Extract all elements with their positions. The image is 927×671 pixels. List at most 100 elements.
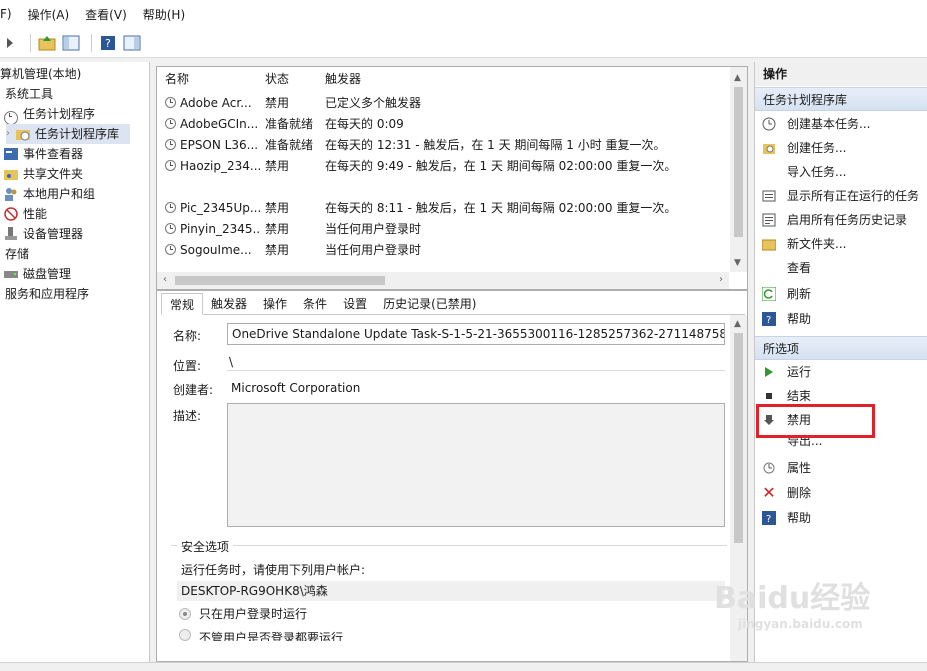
tree-system-tools[interactable]: 系统工具 bbox=[5, 84, 53, 104]
clock-icon bbox=[165, 97, 176, 108]
tree-local-users[interactable]: 本地用户和组 bbox=[4, 184, 95, 204]
status-bar bbox=[0, 662, 927, 671]
action-help-selected[interactable]: ? 帮助 bbox=[761, 506, 926, 530]
watermark-url: jingyan.baidu.com bbox=[738, 617, 863, 631]
action-label: 运行 bbox=[787, 365, 812, 379]
table-row[interactable]: SogouIme... 禁用 当任何用户登录时 bbox=[157, 240, 729, 261]
table-row[interactable]: Haozip_234... 禁用 在每天的 9:49 - 触发后，在 1 天 期… bbox=[157, 156, 729, 177]
action-label: 帮助 bbox=[787, 511, 812, 525]
chevron-up-icon[interactable]: ▲ bbox=[734, 319, 741, 329]
list-vertical-scrollbar[interactable]: ▲ ▼ bbox=[730, 67, 747, 272]
action-new-folder[interactable]: 新文件夹... bbox=[761, 232, 926, 256]
menu-view[interactable]: 查看(V) bbox=[85, 6, 127, 23]
section-selected-item[interactable]: 所选项 bbox=[755, 336, 927, 360]
column-header-status[interactable]: 状态 bbox=[265, 67, 289, 91]
table-row[interactable]: Pinyin_2345... 禁用 当任何用户登录时 bbox=[157, 219, 729, 240]
folder-clock-icon bbox=[16, 127, 30, 141]
arrow-right-icon[interactable] bbox=[0, 33, 20, 53]
row-status: 禁用 bbox=[265, 222, 290, 236]
tree-storage[interactable]: 存储 bbox=[5, 244, 29, 264]
action-view[interactable]: 查看 bbox=[761, 256, 926, 280]
tree-shared-folders[interactable]: 共享文件夹 bbox=[4, 164, 83, 184]
menu-action[interactable]: 操作(A) bbox=[28, 6, 70, 23]
action-import-task[interactable]: 导入任务... bbox=[761, 160, 926, 184]
table-row[interactable]: Pic_2345Up... 禁用 在每天的 8:11 - 触发后，在 1 天 期… bbox=[157, 198, 729, 219]
action-label: 查看 bbox=[787, 261, 812, 275]
column-header-trigger[interactable]: 触发器 bbox=[325, 67, 361, 91]
baidu-watermark: Baidu经验 jingyan.baidu.com bbox=[714, 573, 894, 643]
action-create-basic-task[interactable]: 创建基本任务... bbox=[761, 112, 926, 136]
row-name: Adobe Acr... bbox=[180, 96, 252, 110]
chevron-up-icon[interactable]: ▲ bbox=[734, 73, 741, 83]
chevron-right-icon[interactable]: › bbox=[719, 274, 723, 285]
name-field[interactable]: OneDrive Standalone Update Task-S-1-5-21… bbox=[227, 323, 725, 345]
account-value: DESKTOP-RG9OHK8\鸿森 bbox=[177, 581, 725, 601]
tree-event-viewer-label: 事件查看器 bbox=[23, 147, 84, 161]
list-horizontal-scrollbar[interactable]: ‹ › bbox=[157, 272, 729, 289]
tab-history[interactable]: 历史记录(已禁用) bbox=[375, 293, 484, 315]
action-show-running[interactable]: 显示所有正在运行的任务 bbox=[761, 184, 926, 208]
tree-task-library[interactable]: › 任务计划程序库 bbox=[6, 124, 130, 144]
clock-icon bbox=[165, 202, 176, 213]
tab-general[interactable]: 常规 bbox=[161, 293, 204, 315]
show-tree-icon[interactable] bbox=[61, 33, 81, 53]
chevron-down-icon[interactable]: ▼ bbox=[734, 258, 741, 268]
tab-triggers[interactable]: 触发器 bbox=[203, 293, 255, 315]
divider bbox=[227, 370, 725, 371]
action-properties[interactable]: 属性 bbox=[761, 456, 926, 480]
tree-task-scheduler[interactable]: 任务计划程序 bbox=[4, 104, 95, 125]
tree-services-label: 服务和应用程序 bbox=[5, 287, 90, 301]
tree-device-manager[interactable]: 设备管理器 bbox=[4, 224, 83, 244]
radio-whether-logged-on[interactable]: 不管用户是否登录都要运行 bbox=[179, 629, 343, 641]
tab-settings[interactable]: 设置 bbox=[335, 293, 375, 315]
action-help[interactable]: ? 帮助 bbox=[761, 307, 926, 331]
tab-conditions[interactable]: 条件 bbox=[295, 293, 335, 315]
tree-shared-folders-label: 共享文件夹 bbox=[23, 167, 84, 181]
tab-actions[interactable]: 操作 bbox=[255, 293, 295, 315]
row-status: 禁用 bbox=[265, 159, 290, 173]
column-header-name[interactable]: 名称 bbox=[165, 67, 189, 91]
users-icon bbox=[4, 187, 18, 201]
clock-icon bbox=[4, 107, 18, 125]
main-pane: 名称 状态 触发器 Adobe Acr... 禁用 已定义多个触发器 Adobe… bbox=[156, 62, 748, 662]
menu-file[interactable]: F) bbox=[0, 7, 12, 21]
section-task-library[interactable]: 任务计划程序库 bbox=[755, 87, 927, 111]
tree-root[interactable]: 算机管理(本地) bbox=[0, 64, 81, 84]
clock-icon bbox=[165, 160, 176, 171]
action-create-task[interactable]: 创建任务... bbox=[761, 136, 926, 160]
row-name: Pic_2345Up... bbox=[180, 201, 260, 215]
action-enable-history[interactable]: 启用所有任务历史记录 bbox=[761, 208, 926, 232]
action-label: 导入任务... bbox=[787, 165, 847, 179]
folder-up-icon[interactable] bbox=[37, 33, 57, 53]
pane-icon[interactable] bbox=[122, 33, 142, 53]
menu-help[interactable]: 帮助(H) bbox=[143, 6, 185, 23]
blank-icon bbox=[761, 260, 777, 276]
clock-icon bbox=[165, 223, 176, 234]
scroll-thumb[interactable] bbox=[734, 333, 743, 543]
action-run[interactable]: 运行 bbox=[761, 360, 926, 384]
action-label: 刷新 bbox=[787, 287, 812, 301]
tree-disk-management[interactable]: 磁盘管理 bbox=[4, 264, 71, 284]
actions-title: 操作 bbox=[755, 62, 927, 86]
chevron-right-icon[interactable]: › bbox=[6, 124, 10, 144]
radio-logged-on-only[interactable]: 只在用户登录时运行 bbox=[179, 605, 307, 622]
scroll-thumb[interactable] bbox=[175, 276, 385, 285]
description-field[interactable] bbox=[227, 403, 725, 527]
chevron-left-icon[interactable]: ‹ bbox=[163, 274, 167, 285]
table-row[interactable]: AdobeGCIn... 准备就绪 在每天的 0:09 bbox=[157, 114, 729, 135]
watermark-brand: Baidu经验 bbox=[714, 581, 871, 616]
svg-text:?: ? bbox=[105, 37, 111, 50]
action-refresh[interactable]: 刷新 bbox=[761, 282, 926, 306]
action-label: 属性 bbox=[787, 461, 812, 475]
tree-event-viewer[interactable]: 事件查看器 bbox=[4, 144, 83, 164]
help-icon[interactable]: ? bbox=[98, 33, 118, 53]
clock-icon bbox=[165, 139, 176, 150]
table-row[interactable]: EPSON L36... 准备就绪 在每天的 12:31 - 触发后，在 1 天… bbox=[157, 135, 729, 156]
action-delete[interactable]: ✕ 删除 bbox=[761, 481, 926, 505]
tree-performance[interactable]: 性能 bbox=[4, 204, 47, 224]
action-label: 启用所有任务历史记录 bbox=[787, 213, 908, 227]
scroll-thumb[interactable] bbox=[734, 87, 743, 237]
tree-services[interactable]: 服务和应用程序 bbox=[5, 284, 89, 304]
table-row[interactable]: Adobe Acr... 禁用 已定义多个触发器 bbox=[157, 93, 729, 114]
stop-icon bbox=[761, 388, 777, 404]
